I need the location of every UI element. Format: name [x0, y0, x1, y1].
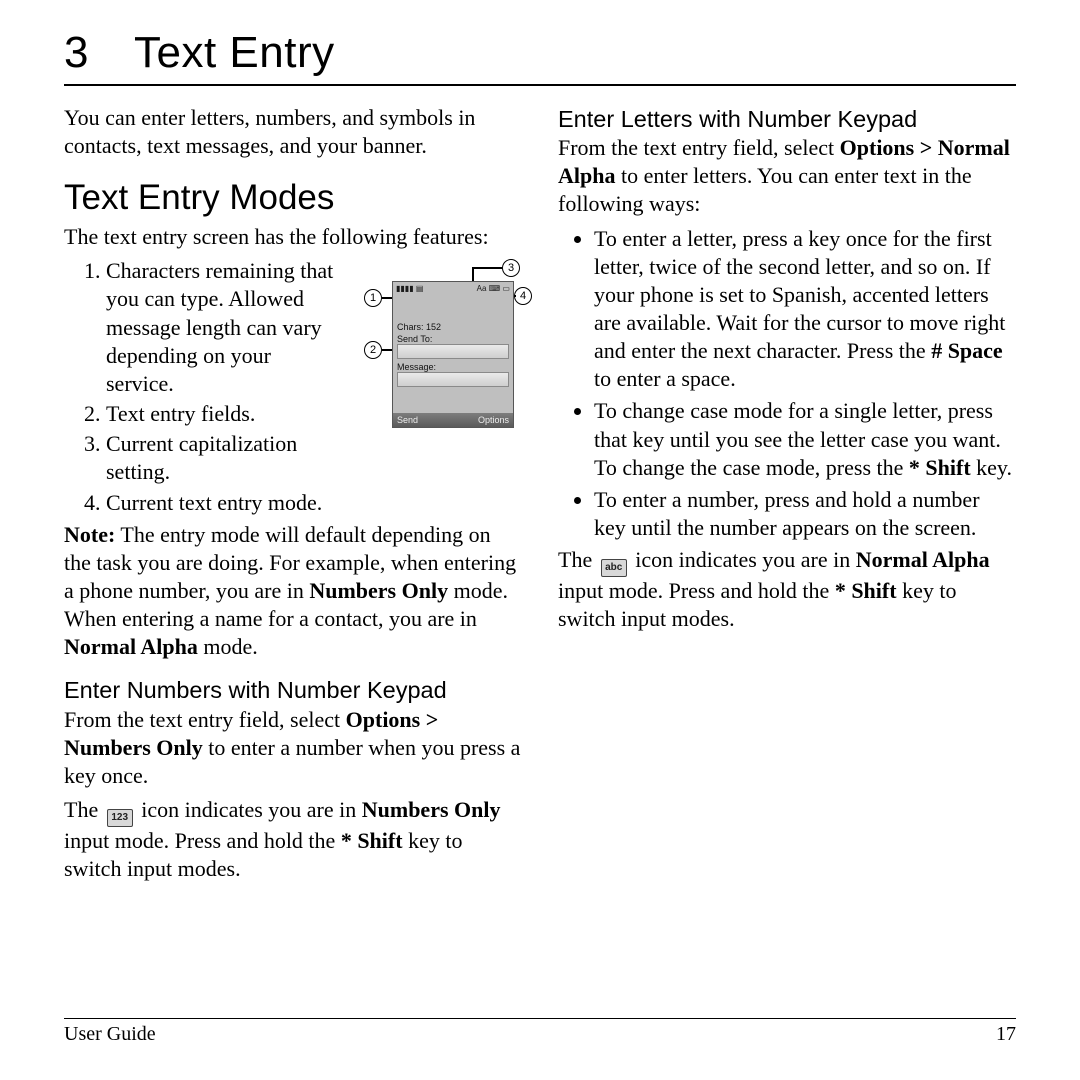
message-label: Message:: [397, 362, 436, 372]
text: The: [558, 547, 598, 572]
text: input mode. Press and hold the: [64, 828, 341, 853]
note-text: mode.: [198, 634, 258, 659]
footer-rule: [64, 1018, 1016, 1019]
note-bold: Normal Alpha: [64, 634, 198, 659]
text: From the text entry field, select: [558, 135, 840, 160]
letters-bullet-list: To enter a letter, press a key once for …: [558, 225, 1016, 543]
mode-icons: Aa ⌨ ▭: [477, 282, 510, 296]
phone-mockup: ▮▮▮▮ ▤ Aa ⌨ ▭ Chars: 152 Send To: Messag…: [392, 281, 514, 428]
list-item: To enter a number, press and hold a numb…: [594, 486, 1016, 542]
text: to enter a space.: [594, 366, 736, 391]
footer-left: User Guide: [64, 1023, 156, 1046]
letters-paragraph-2: The abc icon indicates you are in Normal…: [558, 546, 1016, 633]
softkey-right: Options: [478, 413, 509, 427]
list-item: To enter a letter, press a key once for …: [594, 225, 1016, 394]
text: icon indicates you are in: [136, 797, 362, 822]
chapter-heading: 3Text Entry: [64, 28, 1016, 78]
chapter-number: 3: [64, 28, 134, 78]
page-footer: User Guide 17: [64, 1018, 1016, 1046]
note-label: Note:: [64, 522, 115, 547]
page: 3Text Entry You can enter letters, numbe…: [0, 0, 1080, 1080]
callout-1: 1: [364, 289, 382, 307]
text: From the text entry field, select: [64, 707, 346, 732]
text-entry-diagram: 1 2 3 4 ▮▮▮▮ ▤ Aa ⌨ ▭ Chars: 152: [352, 261, 522, 431]
content-columns: You can enter letters, numbers, and symb…: [64, 104, 1016, 889]
feature-item: Current capitalization setting.: [106, 430, 522, 486]
section-heading-modes: Text Entry Modes: [64, 176, 522, 221]
numbers-paragraph-1: From the text entry field, select Option…: [64, 706, 522, 790]
left-column: You can enter letters, numbers, and symb…: [64, 104, 522, 889]
callout-4: 4: [514, 287, 532, 305]
note-paragraph: Note: The entry mode will default depend…: [64, 521, 522, 662]
key-name: * Shift: [835, 578, 897, 603]
phone-softkey-bar: Send Options: [393, 413, 513, 427]
sendto-label: Send To:: [397, 334, 432, 344]
alpha-mode-icon: abc: [601, 559, 627, 577]
key-name: # Space: [931, 338, 1003, 363]
message-field: [397, 372, 509, 387]
letters-paragraph-1: From the text entry field, select Option…: [558, 134, 1016, 218]
numbers-mode-icon: 123: [107, 809, 133, 827]
callout-3: 3: [502, 259, 520, 277]
modes-lead: The text entry screen has the following …: [64, 223, 522, 251]
subsection-heading-letters: Enter Letters with Number Keypad: [558, 104, 1016, 134]
text: to enter letters. You can enter text in …: [558, 163, 972, 216]
callout-3-lead-h: [472, 267, 502, 269]
chars-remaining-label: Chars: 152: [397, 322, 441, 332]
right-column: Enter Letters with Number Keypad From th…: [558, 104, 1016, 889]
text: icon indicates you are in: [630, 547, 856, 572]
subsection-heading-numbers: Enter Numbers with Number Keypad: [64, 675, 522, 705]
signal-icon: ▮▮▮▮ ▤: [396, 282, 423, 296]
phone-statusbar: ▮▮▮▮ ▤ Aa ⌨ ▭: [393, 282, 513, 296]
text: key.: [971, 455, 1012, 480]
intro-paragraph: You can enter letters, numbers, and symb…: [64, 104, 522, 160]
key-name: * Shift: [341, 828, 403, 853]
chapter-title: Text Entry: [134, 28, 335, 77]
sendto-field: [397, 344, 509, 359]
list-item: To change case mode for a single letter,…: [594, 397, 1016, 481]
softkey-left: Send: [397, 413, 418, 427]
text: The: [64, 797, 104, 822]
footer-page-number: 17: [996, 1023, 1016, 1046]
mode-name: Normal Alpha: [856, 547, 990, 572]
text: input mode. Press and hold the: [558, 578, 835, 603]
key-name: * Shift: [909, 455, 971, 480]
note-bold: Numbers Only: [309, 578, 448, 603]
callout-2: 2: [364, 341, 382, 359]
numbers-paragraph-2: The 123 icon indicates you are in Number…: [64, 796, 522, 883]
mode-name: Numbers Only: [362, 797, 501, 822]
feature-item: Current text entry mode.: [106, 489, 522, 517]
text: To enter a number, press and hold a numb…: [594, 487, 980, 540]
chapter-rule: [64, 84, 1016, 86]
